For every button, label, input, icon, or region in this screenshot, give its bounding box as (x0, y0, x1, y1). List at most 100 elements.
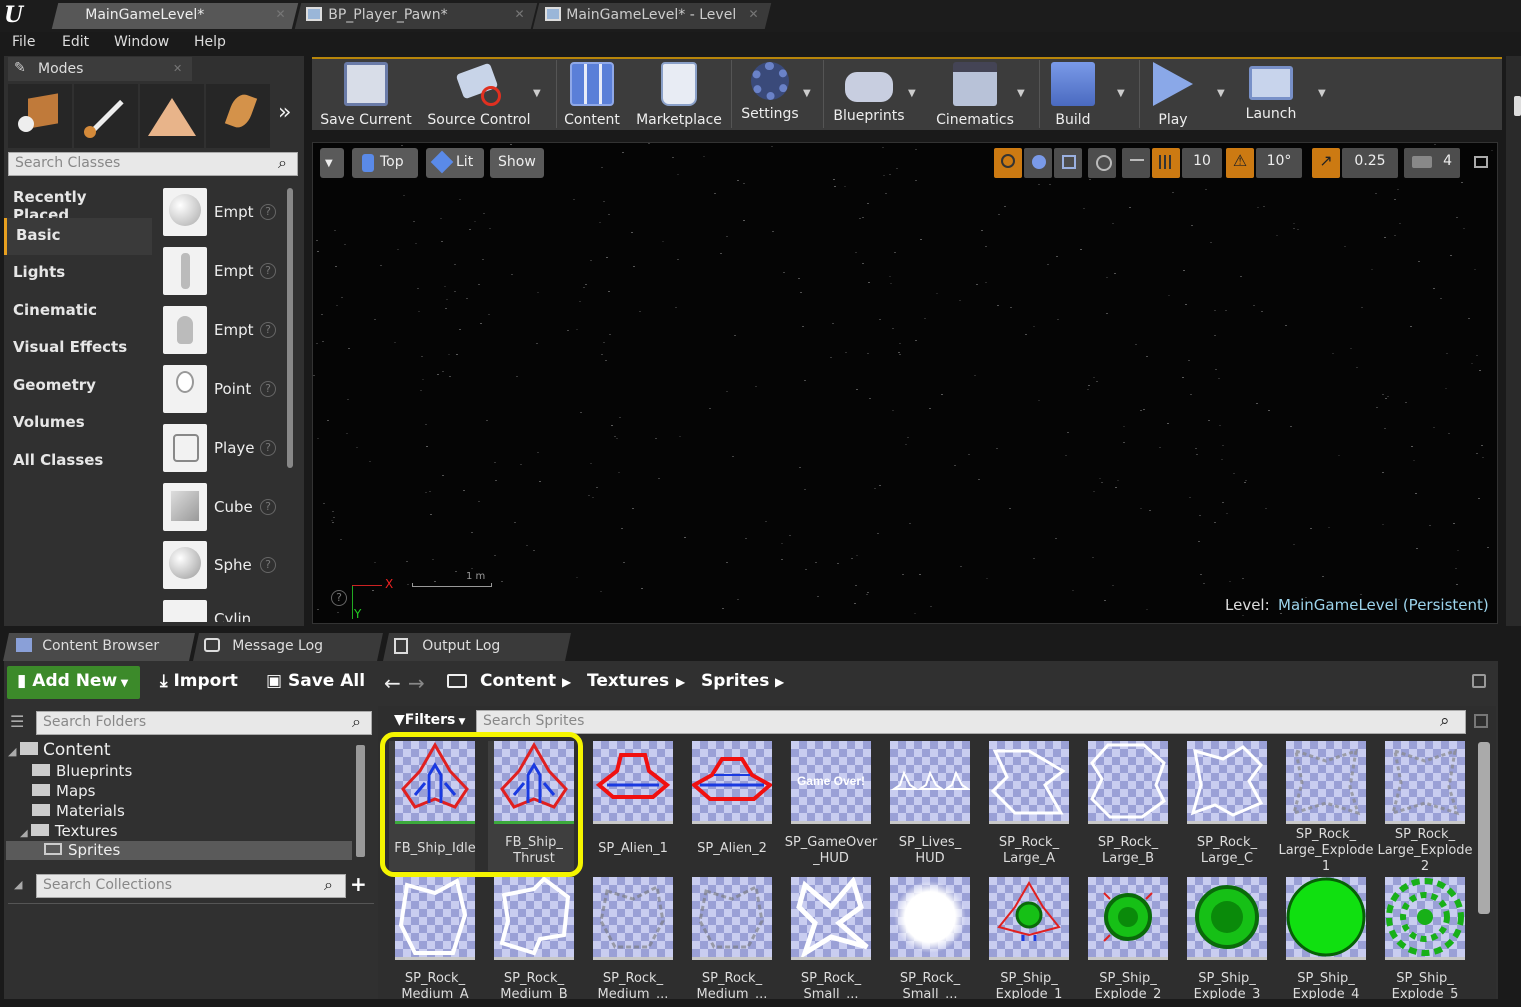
tree-root-content[interactable]: ◢ Content (8, 740, 111, 760)
expand-arrow-icon[interactable]: ◢ (20, 828, 31, 839)
save-current-button[interactable]: Save Current (316, 60, 416, 130)
tree-scrollbar[interactable] (356, 745, 365, 857)
landscape-mode-icon[interactable] (140, 84, 204, 148)
more-modes-icon[interactable]: » (278, 100, 291, 125)
asset-tile[interactable]: SP_Alien_2 (686, 741, 774, 871)
asset-tile[interactable]: SP_Rock_ Large_Explode 2 (1377, 741, 1473, 874)
chevron-down-icon[interactable]: ▼ (1017, 88, 1025, 99)
asset-tile[interactable]: SP_Ship_ Explode_2 (1082, 877, 1168, 1007)
build-button[interactable]: Build (1045, 60, 1101, 130)
add-collection-icon[interactable]: + (350, 872, 367, 896)
forward-arrow-icon[interactable]: → (408, 671, 425, 695)
category-visual-effects[interactable]: Visual Effects (4, 330, 152, 367)
asset-tile[interactable]: SP_Rock_ Medium_... (686, 877, 772, 1007)
surface-snap-icon[interactable] (1122, 148, 1150, 178)
level-viewport[interactable] (312, 142, 1498, 624)
search-classes-input[interactable]: Search Classes (8, 152, 298, 176)
category-geometry[interactable]: Geometry (4, 368, 152, 405)
help-icon[interactable]: ? (260, 204, 276, 220)
rotate-mode-icon[interactable] (1024, 148, 1052, 178)
asset-tile[interactable]: SP_Rock_ Large_Explode 1 (1278, 741, 1374, 874)
save-all-button[interactable]: ▣ Save All (256, 666, 375, 699)
tab-bp-player-pawn[interactable]: BP_Player_Pawn* ✕ (294, 3, 538, 29)
asset-tile[interactable]: SP_Rock_ Medium_... (587, 877, 673, 1007)
search-sprites-input[interactable]: Search Sprites (476, 710, 1466, 734)
grid-snap-value[interactable]: 10 (1182, 148, 1222, 178)
asset-tile[interactable]: SP_Rock_ Medium_A (389, 877, 475, 1007)
place-item-point-light[interactable]: Point ? (160, 365, 282, 421)
asset-tile[interactable]: SP_Rock_ Medium_B (488, 876, 574, 1007)
asset-tile[interactable]: SP_Rock_ Large_C (1181, 741, 1267, 871)
help-icon[interactable]: ? (260, 440, 276, 456)
asset-tile[interactable]: SP_Ship_ Explode_4 (1280, 877, 1366, 1007)
play-button[interactable]: Play (1143, 60, 1203, 130)
blueprints-button[interactable]: Blueprints (830, 60, 908, 130)
foliage-mode-icon[interactable] (206, 84, 270, 148)
tree-item-textures[interactable]: ◢ Textures (20, 822, 118, 840)
close-icon[interactable]: ✕ (173, 62, 182, 75)
category-lights[interactable]: Lights (4, 255, 152, 292)
chevron-down-icon[interactable]: ▼ (1217, 88, 1225, 99)
scale-snap-value[interactable]: 0.25 (1342, 148, 1398, 178)
menu-window[interactable]: Window (114, 34, 169, 50)
rotation-snap-value[interactable]: 10° (1256, 148, 1302, 178)
chevron-down-icon[interactable]: ▼ (908, 88, 916, 99)
translate-mode-icon[interactable] (994, 148, 1022, 178)
category-volumes[interactable]: Volumes (4, 405, 152, 442)
help-icon[interactable]: ? (331, 590, 347, 606)
content-button[interactable]: Content (560, 60, 624, 130)
modes-scrollbar[interactable] (287, 188, 293, 468)
viewport-options-button[interactable]: ▼ (320, 148, 344, 178)
asset-tile[interactable]: SP_Rock_ Small_... (785, 875, 871, 1007)
help-icon[interactable]: ? (260, 263, 276, 279)
help-icon[interactable]: ? (260, 322, 276, 338)
scale-mode-icon[interactable] (1054, 148, 1082, 178)
help-icon[interactable]: ? (260, 381, 276, 397)
menu-file[interactable]: File (12, 34, 35, 50)
help-icon[interactable]: ? (260, 499, 276, 515)
back-arrow-icon[interactable]: ← (384, 671, 401, 695)
collapse-arrow-icon[interactable]: ◢ (14, 878, 22, 891)
place-item-cylinder[interactable]: Cylin (160, 600, 282, 622)
rotation-snap-icon[interactable]: ⚠ (1226, 148, 1254, 178)
asset-scrollbar[interactable] (1478, 742, 1490, 914)
right-panel-button[interactable] (1514, 96, 1521, 116)
menu-help[interactable]: Help (194, 34, 226, 50)
asset-tile[interactable]: SP_Alien_1 (587, 741, 673, 871)
grid-snap-icon[interactable] (1152, 148, 1180, 178)
asset-tile[interactable]: SP_Rock_ Large_B (1082, 741, 1168, 871)
chevron-down-icon[interactable]: ▼ (803, 88, 811, 99)
tab-message-log[interactable]: Message Log (193, 633, 383, 661)
help-icon[interactable]: ? (260, 557, 276, 573)
marketplace-button[interactable]: Marketplace (632, 60, 726, 130)
search-folders-input[interactable]: Search Folders (36, 711, 372, 735)
menu-edit[interactable]: Edit (62, 34, 89, 50)
tab-main-game-level[interactable]: MainGameLevel* ✕ (51, 3, 299, 29)
category-cinematic[interactable]: Cinematic (4, 293, 152, 330)
breadcrumb-textures[interactable]: Textures (587, 671, 669, 691)
save-search-icon[interactable] (1474, 714, 1488, 728)
breadcrumb-content[interactable]: Content (480, 671, 556, 691)
place-item-player-start[interactable]: Playe ? (160, 424, 282, 480)
close-icon[interactable]: ✕ (748, 7, 758, 21)
asset-tile[interactable]: SP_Ship_ Explode_1 (983, 877, 1069, 1007)
show-button[interactable]: Show (490, 148, 544, 178)
close-icon[interactable]: ✕ (275, 7, 285, 21)
breadcrumb-arrow-icon[interactable]: ▶ (562, 675, 571, 689)
breadcrumb-arrow-icon[interactable]: ▶ (676, 675, 685, 689)
scale-snap-icon[interactable]: ↗ (1312, 148, 1340, 178)
world-local-icon[interactable] (1088, 148, 1116, 178)
place-item-empty-actor[interactable]: Empt ? (160, 188, 282, 244)
category-recently-placed[interactable]: Recently Placed (4, 180, 152, 224)
tree-item-maps[interactable]: Maps (32, 782, 95, 800)
filters-button[interactable]: ▼Filters ▼ (394, 712, 465, 728)
tree-item-blueprints[interactable]: Blueprints (32, 762, 132, 780)
toggle-sources-icon[interactable]: ☰ (10, 712, 24, 731)
tree-item-sprites[interactable]: Sprites (6, 841, 352, 860)
chevron-down-icon[interactable]: ▼ (1117, 88, 1125, 99)
lock-icon[interactable] (1472, 674, 1486, 688)
place-item-empty-character[interactable]: Empt ? (160, 247, 282, 303)
asset-tile[interactable]: SP_Ship_ Explode_3 (1181, 877, 1267, 1007)
tree-item-materials[interactable]: Materials (32, 802, 125, 820)
source-control-button[interactable]: Source Control (424, 60, 534, 130)
